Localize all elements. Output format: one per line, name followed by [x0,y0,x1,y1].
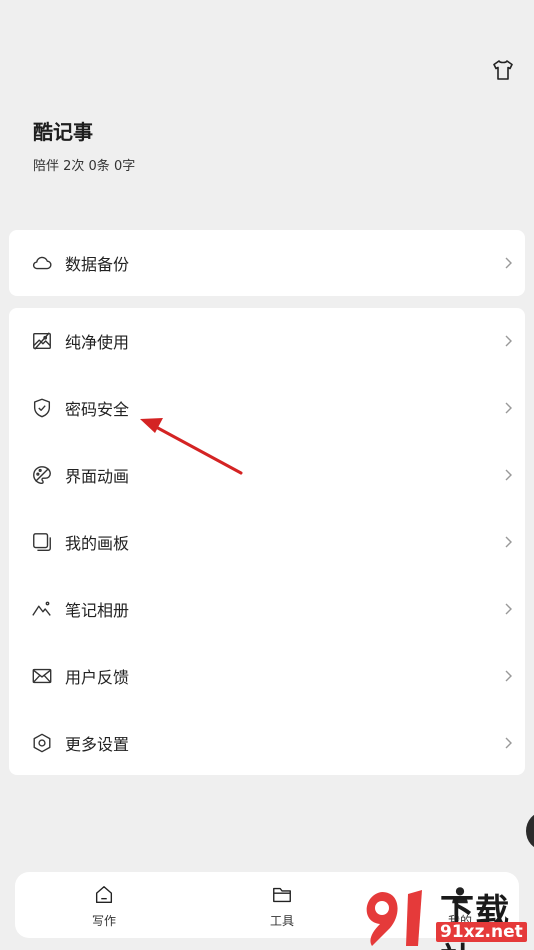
menu-label: 界面动画 [65,467,130,486]
menu-label: 密码安全 [65,400,130,419]
board-icon [33,533,51,551]
chevron-right-icon [505,402,512,414]
chevron-right-icon [505,335,512,347]
chevron-right-icon [505,536,512,548]
folder-icon [273,887,291,903]
app-title: 酷记事 [33,120,93,144]
menu-label: 纯净使用 [65,333,130,352]
menu-item-backup[interactable]: 数据备份 [9,230,525,296]
tab-write[interactable]: 写作 [44,872,164,938]
menu-label: 用户反馈 [65,668,130,687]
tab-label: 工具 [269,914,294,928]
menu-label: 更多设置 [65,735,130,754]
watermark-url: 91xz.net [436,922,527,942]
no-image-icon [33,332,51,350]
chevron-right-icon [505,603,512,615]
palette-icon [33,466,51,484]
chevron-right-icon [505,670,512,682]
chevron-right-icon [505,737,512,749]
menu-item-note-album[interactable]: 笔记相册 [9,576,525,642]
shield-check-icon [33,398,51,418]
menu-label: 我的画板 [65,534,130,553]
menu-item-my-board[interactable]: 我的画板 [9,509,525,575]
hexagon-icon [33,733,51,753]
chevron-right-icon [505,257,512,269]
backup-card: 数据备份 [9,230,525,296]
menu-item-pure-mode[interactable]: 纯净使用 [9,308,525,374]
tab-tools[interactable]: 工具 [222,872,342,938]
chevron-right-icon [505,469,512,481]
cloud-icon [32,256,52,270]
mountain-icon [32,601,51,616]
usage-stats: 陪伴 2次 0条 0字 [33,159,136,174]
menu-item-ui-animation[interactable]: 界面动画 [9,442,525,508]
tshirt-icon[interactable] [491,58,515,82]
menu-item-feedback[interactable]: 用户反馈 [9,643,525,709]
mail-icon [32,668,52,684]
tab-label: 写作 [91,914,116,928]
menu-item-password-security[interactable]: 密码安全 [9,375,525,441]
settings-card: 纯净使用 密码安全 界面动画 我的画板 笔记相册 用户反馈 更多设置 [9,308,525,775]
home-icon [95,886,113,904]
menu-label: 数据备份 [65,255,130,274]
menu-item-more-settings[interactable]: 更多设置 [9,710,525,776]
floating-action-button[interactable] [526,812,534,850]
menu-label: 笔记相册 [65,601,130,620]
